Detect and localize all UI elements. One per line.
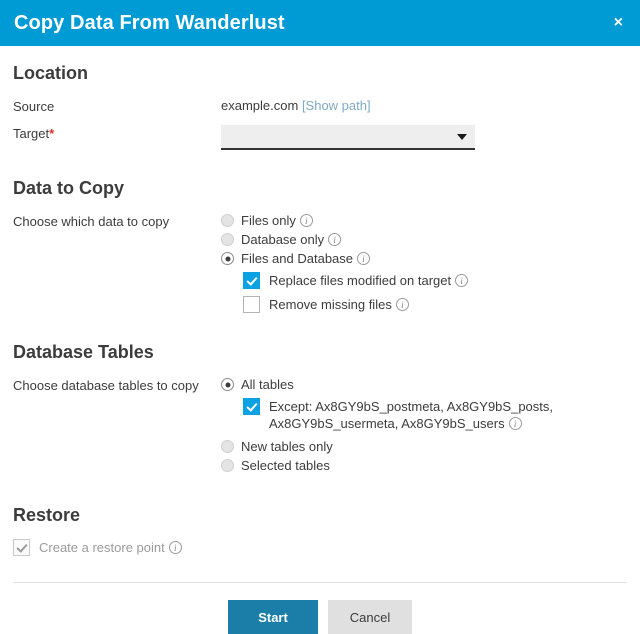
target-label: Target* [13,125,221,141]
radio-indicator[interactable] [221,440,234,453]
start-button[interactable]: Start [228,600,318,634]
radio-indicator[interactable] [221,378,234,391]
data-to-copy-row: Choose which data to copy Files onlyi Da… [13,213,627,316]
source-value-group: example.com [Show path] [221,98,627,113]
checkbox-label: Replace files modified on targeti [269,272,468,289]
radio-label: Files and Databasei [241,251,370,267]
data-to-copy-prompt: Choose which data to copy [13,213,221,229]
radio-all-tables[interactable]: All tables [221,377,627,393]
radio-indicator[interactable] [221,233,234,246]
copy-data-dialog: Copy Data From Wanderlust × Location Sou… [0,0,640,631]
target-label-text: Target [13,126,49,141]
info-icon[interactable]: i [328,233,341,246]
radio-new-tables-only[interactable]: New tables only [221,439,627,455]
checkbox-replace-files-modified[interactable]: Replace files modified on targeti [243,272,627,289]
cancel-button[interactable]: Cancel [328,600,412,634]
target-select[interactable] [221,125,475,150]
radio-label: Selected tables [241,458,330,474]
radio-database-only[interactable]: Database onlyi [221,232,627,248]
section-title-restore: Restore [13,505,627,526]
required-marker: * [49,126,54,141]
dialog-body: Location Source example.com [Show path] … [0,63,640,556]
dialog-titlebar: Copy Data From Wanderlust × [0,0,640,46]
info-icon[interactable]: i [396,298,409,311]
info-icon[interactable]: i [357,252,370,265]
checkbox-indicator[interactable] [243,296,260,313]
source-label: Source [13,98,221,114]
checkbox-label: Create a restore pointi [39,539,182,556]
source-value: example.com [221,98,298,113]
checkbox-remove-missing-files[interactable]: Remove missing filesi [243,296,627,313]
chevron-down-icon [457,134,467,140]
radio-indicator[interactable] [221,252,234,265]
info-icon[interactable]: i [509,417,522,430]
radio-selected-tables[interactable]: Selected tables [221,458,627,474]
checkbox-indicator[interactable] [243,398,260,415]
checkbox-create-restore-point: Create a restore pointi [13,539,627,556]
section-title-data-to-copy: Data to Copy [13,178,627,199]
radio-label: All tables [241,377,294,393]
checkbox-indicator[interactable] [243,272,260,289]
radio-label: New tables only [241,439,333,455]
target-row: Target* [13,125,627,150]
checkbox-label: Remove missing filesi [269,296,409,313]
dialog-footer: Start Cancel [0,583,640,634]
source-row: Source example.com [Show path] [13,98,627,114]
target-select-wrap [221,125,627,150]
database-tables-options: All tables Except: Ax8GY9bS_postmeta, Ax… [221,377,627,477]
info-icon[interactable]: i [300,214,313,227]
radio-label: Database onlyi [241,232,341,248]
checkbox-except-tables[interactable]: Except: Ax8GY9bS_postmeta, Ax8GY9bS_post… [243,398,573,432]
database-tables-prompt: Choose database tables to copy [13,377,221,393]
info-icon[interactable]: i [169,541,182,554]
show-path-link[interactable]: [Show path] [302,98,371,113]
info-icon[interactable]: i [455,274,468,287]
checkbox-label: Except: Ax8GY9bS_postmeta, Ax8GY9bS_post… [269,398,573,432]
radio-indicator[interactable] [221,214,234,227]
database-tables-row: Choose database tables to copy All table… [13,377,627,477]
radio-files-and-database[interactable]: Files and Databasei [221,251,627,267]
dialog-title: Copy Data From Wanderlust [14,12,285,35]
radio-indicator[interactable] [221,459,234,472]
radio-label: Files onlyi [241,213,313,229]
checkbox-indicator [13,539,30,556]
data-to-copy-options: Files onlyi Database onlyi Files and Dat… [221,213,627,316]
section-title-location: Location [13,63,627,84]
close-icon[interactable]: × [611,11,626,35]
section-title-database-tables: Database Tables [13,342,627,363]
radio-files-only[interactable]: Files onlyi [221,213,627,229]
